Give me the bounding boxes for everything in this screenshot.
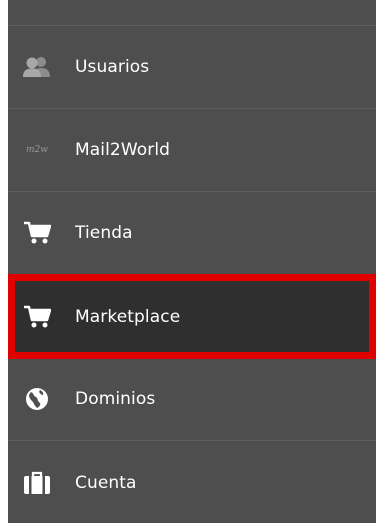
- sidebar-menu: Usuarios m2w Mail2World Tienda Marketpla…: [8, 0, 376, 523]
- sidebar-item-usuarios[interactable]: Usuarios: [8, 26, 376, 109]
- sidebar-top-edge: [8, 0, 376, 26]
- cart-icon: [22, 220, 52, 246]
- mail2world-logo-icon: m2w: [22, 137, 52, 163]
- sidebar-item-cuenta[interactable]: Cuenta: [8, 441, 376, 524]
- sidebar-item-mail2world[interactable]: m2w Mail2World: [8, 109, 376, 192]
- sidebar-item-label: Dominios: [75, 389, 156, 409]
- sidebar-item-label: Mail2World: [75, 140, 171, 160]
- briefcase-icon: [22, 470, 52, 496]
- sidebar-item-label: Cuenta: [75, 472, 137, 493]
- sidebar-item-label: Usuarios: [75, 57, 150, 77]
- globe-icon: [22, 386, 52, 412]
- cart-icon: [22, 304, 52, 330]
- sidebar-item-dominios[interactable]: Dominios: [8, 358, 376, 441]
- screenshot-frame: Usuarios m2w Mail2World Tienda Marketpla…: [0, 0, 376, 523]
- sidebar-item-marketplace[interactable]: Marketplace: [8, 274, 376, 359]
- sidebar-item-label: Tienda: [75, 223, 133, 243]
- sidebar-item-label: Marketplace: [75, 306, 181, 327]
- users-icon: [22, 54, 52, 80]
- sidebar-item-tienda[interactable]: Tienda: [8, 192, 376, 275]
- mail2world-logo-text: m2w: [26, 145, 48, 155]
